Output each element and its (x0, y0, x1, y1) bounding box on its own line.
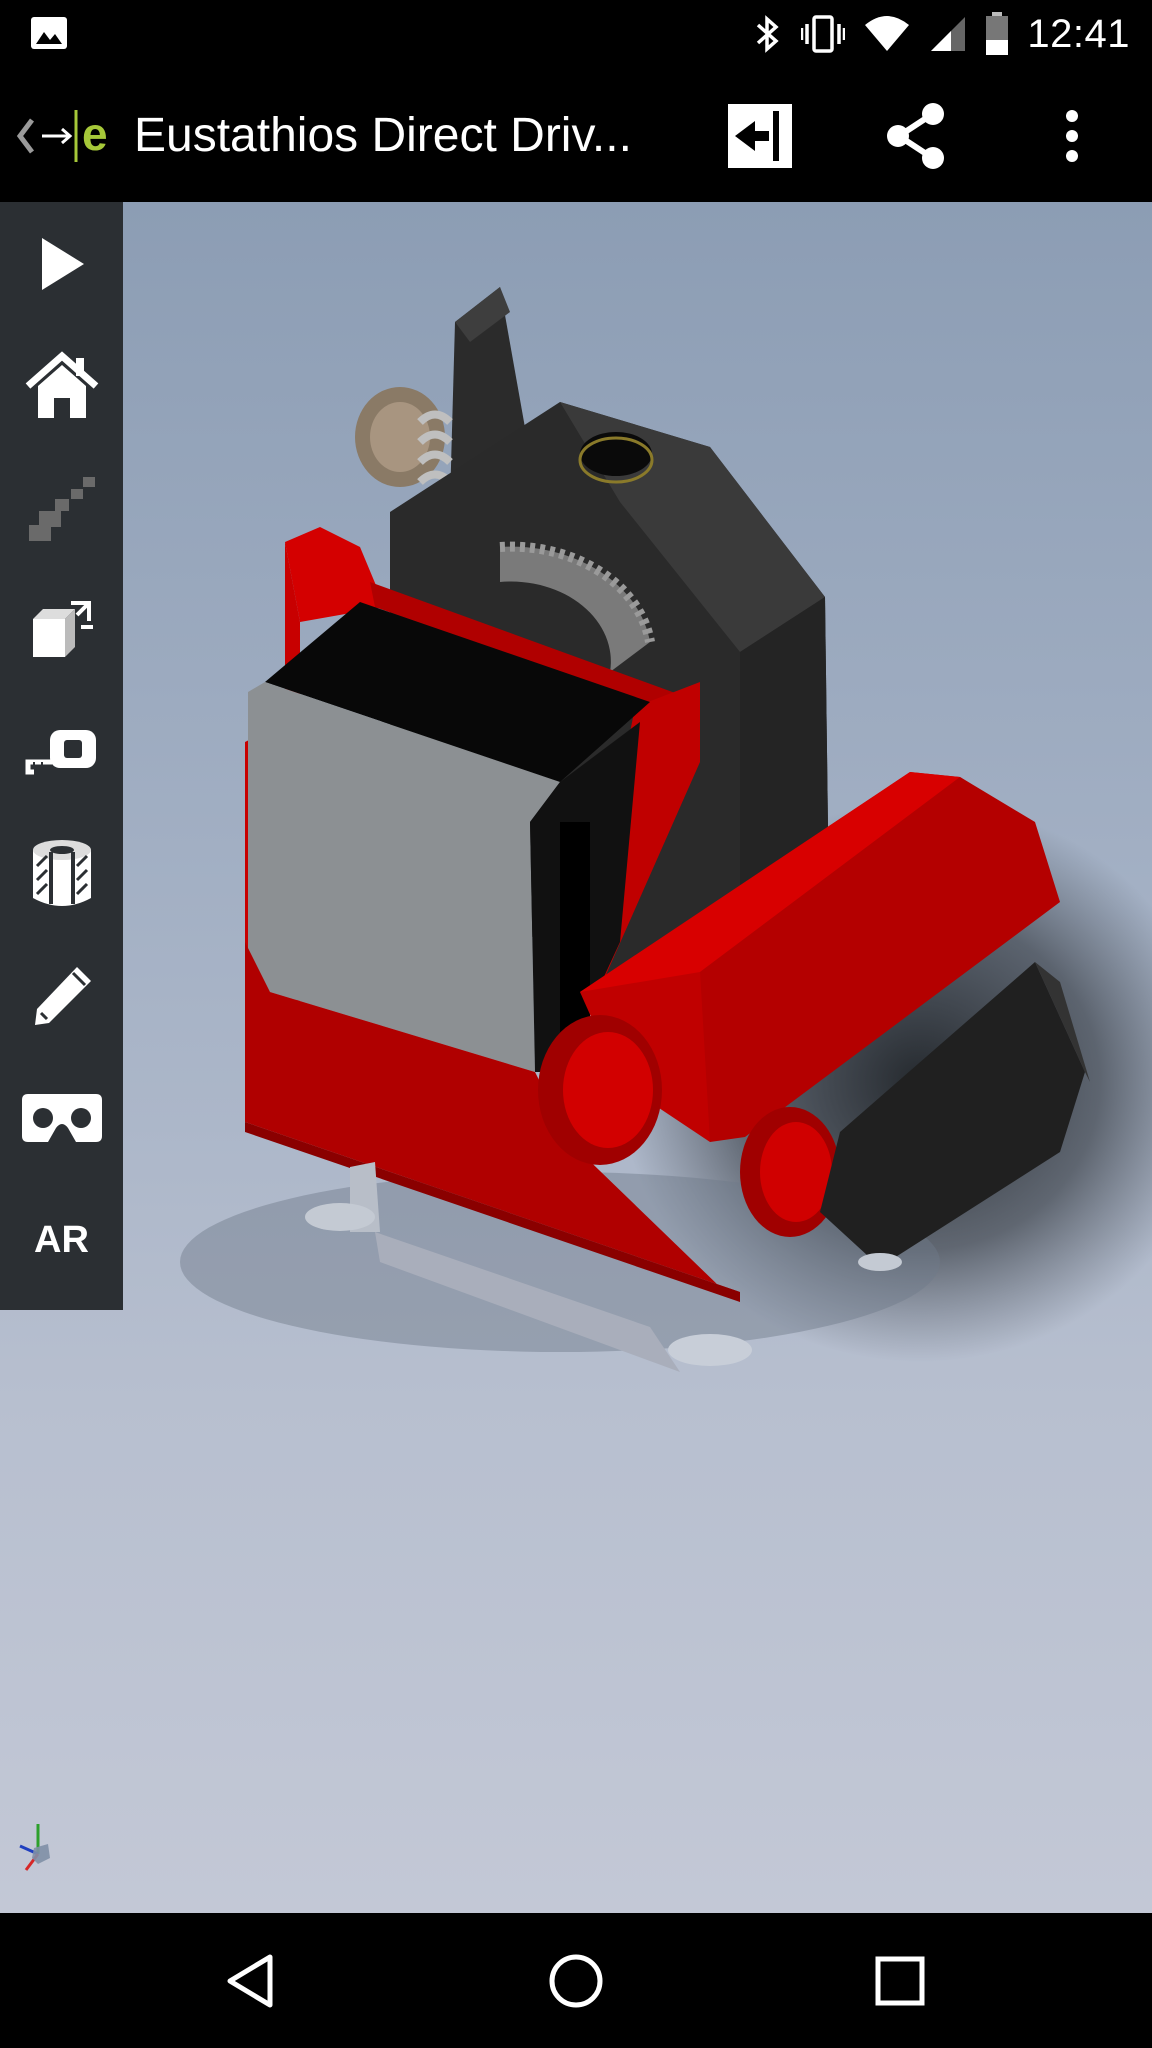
signal-icon (931, 17, 966, 51)
section-button[interactable] (0, 814, 123, 934)
measure-button[interactable] (0, 692, 123, 812)
explode-button[interactable] (0, 570, 123, 690)
share-button[interactable] (876, 96, 956, 176)
extruder-model (180, 287, 1152, 1372)
document-title: Eustathios Direct Driv... (134, 109, 632, 162)
overflow-menu-icon (1066, 110, 1078, 162)
system-nav-bar (0, 1913, 1152, 2048)
overflow-menu-button[interactable] (1032, 96, 1112, 176)
markup-button[interactable] (0, 936, 123, 1056)
status-bar: 12:41 (0, 0, 1152, 68)
orientation-triad-icon (19, 1824, 50, 1871)
steps-icon (28, 477, 95, 541)
vibrate-icon (801, 15, 846, 53)
edrawings-logo[interactable]: e (12, 104, 122, 168)
home-icon (25, 351, 98, 418)
status-clock: 12:41 (1027, 11, 1130, 56)
section-icon (32, 840, 91, 906)
app-bar: e Eustathios Direct Driv... (0, 68, 1152, 202)
share-icon (887, 103, 944, 169)
model-viewport[interactable] (0, 202, 1152, 1913)
back-icon (227, 1954, 273, 2008)
battery-icon (986, 12, 1009, 55)
back-button[interactable] (212, 1941, 292, 2021)
ar-label: AR (34, 1218, 89, 1261)
markup-icon (34, 967, 91, 1025)
measure-icon (25, 730, 96, 775)
bluetooth-icon (757, 15, 780, 53)
wifi-icon (865, 16, 910, 51)
play-icon (41, 238, 84, 290)
recents-icon (875, 1956, 925, 2006)
recents-button[interactable] (860, 1941, 940, 2021)
configurations-button[interactable] (0, 448, 123, 568)
explode-icon (32, 601, 93, 657)
vr-headset-icon (21, 1094, 102, 1142)
svg-text:e: e (82, 108, 108, 160)
ar-mode-button[interactable]: AR (0, 1180, 123, 1300)
view-toolbar: AR (0, 202, 123, 1310)
vr-mode-button[interactable] (0, 1058, 123, 1178)
home-circle-icon (549, 1954, 603, 2008)
exit-view-button[interactable] (720, 96, 800, 176)
home-view-button[interactable] (0, 326, 123, 446)
play-animation-button[interactable] (0, 204, 123, 324)
exit-view-icon (728, 104, 792, 168)
image-icon (31, 17, 67, 49)
home-nav-button[interactable] (536, 1941, 616, 2021)
